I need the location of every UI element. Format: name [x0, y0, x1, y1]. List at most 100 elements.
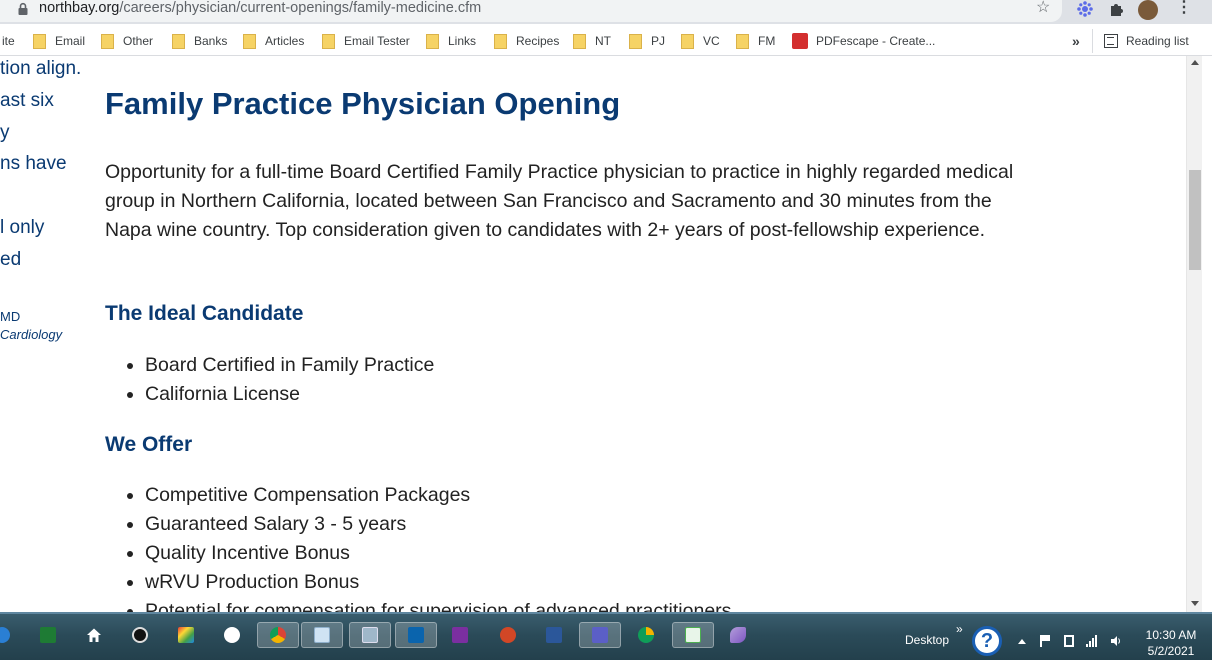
system-clock[interactable]: 10:30 AM 5/2/2021: [1138, 627, 1204, 659]
bookmark-item[interactable]: ite: [2, 32, 15, 50]
taskbar-teams-app[interactable]: [579, 622, 621, 648]
sidebar-text-fragment: y: [0, 122, 10, 143]
taskbar-outlook-app[interactable]: [395, 622, 437, 648]
profile-avatar[interactable]: [1138, 0, 1158, 20]
sidebar-sig-dept: Cardiology: [0, 327, 63, 342]
scrollbar-thumb[interactable]: [1189, 170, 1201, 270]
browser-toolbar: northbay.org/careers/physician/current-o…: [0, 0, 1212, 24]
color-grid-icon: [178, 627, 194, 643]
taskbar-app[interactable]: [126, 622, 154, 648]
powerpoint-icon: [500, 627, 516, 643]
taskbar-app[interactable]: [632, 622, 660, 648]
list-item: Board Certified in Family Practice: [126, 351, 434, 380]
taskbar-chrome-app[interactable]: [257, 622, 299, 648]
taskbar-home-button[interactable]: [80, 622, 108, 648]
taskbar-app[interactable]: [172, 622, 200, 648]
taskbar-powerpoint-app[interactable]: [494, 622, 522, 648]
bookmarks-bar: ite Email Other Banks Articles Email Tes…: [0, 24, 1212, 56]
sidebar-sig-name: MD: [0, 309, 21, 324]
bookmark-item[interactable]: Other: [101, 32, 153, 50]
word-icon: [546, 627, 562, 643]
folder-icon: [33, 33, 46, 49]
bookmark-item[interactable]: PDFescape - Create...: [792, 32, 935, 50]
url-host: northbay.org: [39, 0, 120, 16]
clock-date: 5/2/2021: [1147, 644, 1195, 658]
spreadsheet-icon: [40, 627, 56, 643]
scroll-up-arrow-icon[interactable]: [1191, 60, 1199, 65]
sidebar-text-fragment: ns have: [0, 153, 67, 174]
address-bar[interactable]: northbay.org/careers/physician/current-o…: [0, 0, 1062, 22]
spreadsheet-alt-icon: [685, 627, 701, 643]
taskbar-word-app[interactable]: [540, 622, 568, 648]
sidebar-text-fragment: tion align.: [0, 58, 82, 79]
calculator-icon: [362, 627, 378, 643]
bookmark-item[interactable]: Email Tester: [322, 32, 410, 50]
taskbar-notepad-app[interactable]: [301, 622, 343, 648]
list-item: Guaranteed Salary 3 - 5 years: [126, 510, 731, 539]
reading-list-button[interactable]: Reading list: [1104, 32, 1189, 50]
page-title: Family Practice Physician Opening: [105, 86, 621, 121]
taskbar-edge-button[interactable]: [0, 622, 16, 648]
outlook-icon: [408, 627, 424, 643]
bookmark-item[interactable]: VC: [681, 32, 720, 50]
sidebar-text-fragment: ed: [0, 249, 22, 270]
bookmark-item[interactable]: Recipes: [494, 32, 559, 50]
home-icon: [87, 628, 101, 642]
chrome-icon: [270, 627, 286, 643]
battery-icon[interactable]: [1064, 635, 1074, 647]
taskbar-onenote-app[interactable]: [446, 622, 474, 648]
extensions-puzzle-icon[interactable]: [1108, 0, 1126, 18]
bookmark-item[interactable]: Email: [33, 32, 85, 50]
folder-icon: [736, 33, 749, 49]
notepad-icon: [314, 627, 330, 643]
bookmarks-overflow-button[interactable]: »: [1072, 32, 1080, 50]
bookmark-item[interactable]: PJ: [629, 32, 665, 50]
bookmark-star-icon[interactable]: ☆: [1036, 0, 1050, 16]
we-offer-list: Competitive Compensation Packages Guaran…: [126, 481, 731, 612]
taskbar-hp-app[interactable]: [218, 622, 246, 648]
bookmark-item[interactable]: Articles: [243, 32, 304, 50]
folder-icon: [681, 33, 694, 49]
list-item: wRVU Production Bonus: [126, 568, 731, 597]
help-icon[interactable]: ?: [972, 626, 1002, 656]
taskbar-app[interactable]: [672, 622, 714, 648]
flag-icon[interactable]: [1040, 635, 1052, 647]
extension-flower-icon[interactable]: [1076, 0, 1094, 18]
windows-taskbar: Desktop » ? 10:30 AM 5/2/2021: [0, 612, 1212, 660]
folder-icon: [322, 33, 335, 49]
desktop-toolbar-label[interactable]: Desktop: [905, 633, 949, 647]
section-heading-we-offer: We Offer: [105, 433, 193, 456]
scroll-down-arrow-icon[interactable]: [1191, 601, 1199, 606]
page-scrollbar[interactable]: [1186, 56, 1202, 612]
volume-icon[interactable]: [1110, 635, 1122, 647]
reading-list-icon: [1104, 34, 1118, 48]
section-heading-ideal-candidate: The Ideal Candidate: [105, 302, 304, 325]
tray-expand-icon[interactable]: [1018, 639, 1026, 644]
taskbar-excel-app[interactable]: [34, 622, 62, 648]
folder-icon: [629, 33, 642, 49]
bookmark-item[interactable]: Banks: [172, 32, 227, 50]
url-text[interactable]: northbay.org/careers/physician/current-o…: [39, 0, 481, 17]
browser-menu-icon[interactable]: ⋮: [1176, 0, 1194, 18]
app-circle-icon: [132, 627, 148, 643]
desktop-toolbar-chevron[interactable]: »: [956, 622, 963, 636]
feather-icon: [730, 627, 746, 643]
folder-icon: [243, 33, 256, 49]
onenote-icon: [452, 627, 468, 643]
bookmark-item[interactable]: FM: [736, 32, 775, 50]
list-item: Potential for compensation for supervisi…: [126, 597, 731, 612]
window-edge: [1202, 56, 1212, 612]
lock-icon: [18, 2, 28, 15]
taskbar-calculator-app[interactable]: [349, 622, 391, 648]
signal-icon[interactable]: [1086, 635, 1098, 647]
list-item: Competitive Compensation Packages: [126, 481, 731, 510]
taskbar-app[interactable]: [724, 622, 752, 648]
bookmark-item[interactable]: Links: [426, 32, 476, 50]
folder-icon: [101, 33, 114, 49]
folder-icon: [172, 33, 185, 49]
list-item: Quality Incentive Bonus: [126, 539, 731, 568]
bookmark-item[interactable]: NT: [573, 32, 611, 50]
edge-icon: [0, 627, 10, 643]
folder-icon: [573, 33, 586, 49]
teams-icon: [592, 627, 608, 643]
